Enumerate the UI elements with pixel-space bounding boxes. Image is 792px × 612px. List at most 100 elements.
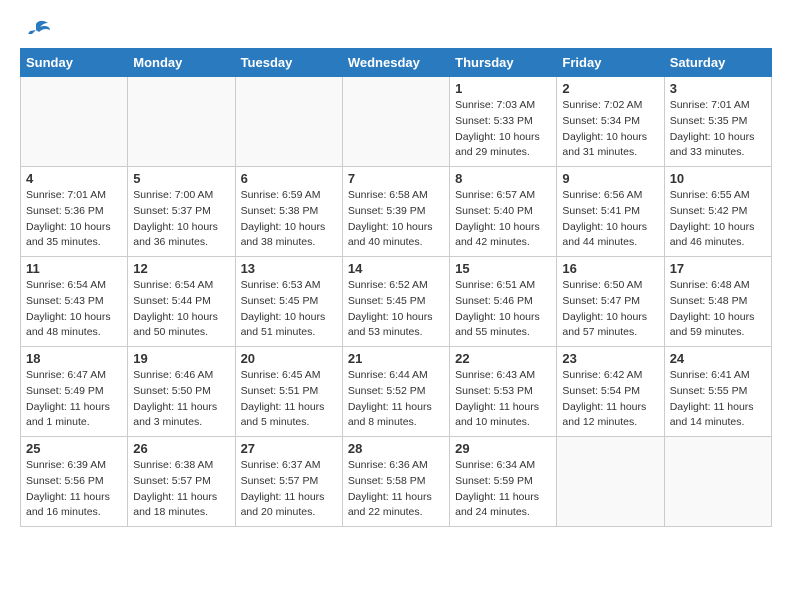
- calendar-table: SundayMondayTuesdayWednesdayThursdayFrid…: [20, 48, 772, 527]
- calendar-cell: 18 Sunrise: 6:47 AM Sunset: 5:49 PM Dayli…: [21, 347, 128, 437]
- calendar-cell: 17 Sunrise: 6:48 AM Sunset: 5:48 PM Dayli…: [664, 257, 771, 347]
- calendar-cell: 24 Sunrise: 6:41 AM Sunset: 5:55 PM Dayli…: [664, 347, 771, 437]
- logo: [20, 20, 50, 38]
- calendar-cell: [235, 77, 342, 167]
- col-header-thursday: Thursday: [450, 49, 557, 77]
- day-info: Sunrise: 6:47 AM Sunset: 5:49 PM Dayligh…: [26, 368, 122, 431]
- day-number: 14: [348, 261, 444, 276]
- calendar-cell: 23 Sunrise: 6:42 AM Sunset: 5:54 PM Dayli…: [557, 347, 664, 437]
- day-number: 24: [670, 351, 766, 366]
- col-header-friday: Friday: [557, 49, 664, 77]
- calendar-cell: 14 Sunrise: 6:52 AM Sunset: 5:45 PM Dayli…: [342, 257, 449, 347]
- calendar-cell: [557, 437, 664, 527]
- calendar-cell: 26 Sunrise: 6:38 AM Sunset: 5:57 PM Dayli…: [128, 437, 235, 527]
- calendar-cell: [128, 77, 235, 167]
- day-number: 3: [670, 81, 766, 96]
- calendar-cell: 1 Sunrise: 7:03 AM Sunset: 5:33 PM Daylig…: [450, 77, 557, 167]
- calendar-cell: 19Sunrise: 6:46 AM Sunset: 5:50 PM Dayli…: [128, 347, 235, 437]
- day-number: 23: [562, 351, 658, 366]
- calendar-cell: [664, 437, 771, 527]
- day-info: Sunrise: 7:03 AM Sunset: 5:33 PM Dayligh…: [455, 98, 551, 161]
- calendar-cell: 12 Sunrise: 6:54 AM Sunset: 5:44 PM Dayli…: [128, 257, 235, 347]
- day-info: Sunrise: 6:42 AM Sunset: 5:54 PM Dayligh…: [562, 368, 658, 431]
- day-info: Sunrise: 7:00 AM Sunset: 5:37 PM Dayligh…: [133, 188, 229, 251]
- col-header-monday: Monday: [128, 49, 235, 77]
- day-info: Sunrise: 6:48 AM Sunset: 5:48 PM Dayligh…: [670, 278, 766, 341]
- day-info: Sunrise: 6:57 AM Sunset: 5:40 PM Dayligh…: [455, 188, 551, 251]
- calendar-cell: 3 Sunrise: 7:01 AM Sunset: 5:35 PM Daylig…: [664, 77, 771, 167]
- col-header-saturday: Saturday: [664, 49, 771, 77]
- calendar-cell: 11 Sunrise: 6:54 AM Sunset: 5:43 PM Dayli…: [21, 257, 128, 347]
- day-info: Sunrise: 6:52 AM Sunset: 5:45 PM Dayligh…: [348, 278, 444, 341]
- logo-bird-icon: [22, 20, 50, 42]
- calendar-cell: 15Sunrise: 6:51 AM Sunset: 5:46 PM Dayli…: [450, 257, 557, 347]
- day-number: 25: [26, 441, 122, 456]
- day-info: Sunrise: 6:53 AM Sunset: 5:45 PM Dayligh…: [241, 278, 337, 341]
- day-number: 28: [348, 441, 444, 456]
- day-number: 10: [670, 171, 766, 186]
- day-number: 12: [133, 261, 229, 276]
- day-info: Sunrise: 6:50 AM Sunset: 5:47 PM Dayligh…: [562, 278, 658, 341]
- day-info: Sunrise: 6:41 AM Sunset: 5:55 PM Dayligh…: [670, 368, 766, 431]
- day-number: 13: [241, 261, 337, 276]
- day-info: Sunrise: 6:36 AM Sunset: 5:58 PM Dayligh…: [348, 458, 444, 521]
- day-info: Sunrise: 6:34 AM Sunset: 5:59 PM Dayligh…: [455, 458, 551, 521]
- day-info: Sunrise: 6:56 AM Sunset: 5:41 PM Dayligh…: [562, 188, 658, 251]
- day-number: 5: [133, 171, 229, 186]
- calendar-cell: 16Sunrise: 6:50 AM Sunset: 5:47 PM Dayli…: [557, 257, 664, 347]
- day-number: 26: [133, 441, 229, 456]
- day-info: Sunrise: 7:01 AM Sunset: 5:35 PM Dayligh…: [670, 98, 766, 161]
- day-number: 15: [455, 261, 551, 276]
- day-number: 29: [455, 441, 551, 456]
- day-number: 19: [133, 351, 229, 366]
- day-number: 18: [26, 351, 122, 366]
- col-header-tuesday: Tuesday: [235, 49, 342, 77]
- day-info: Sunrise: 6:44 AM Sunset: 5:52 PM Dayligh…: [348, 368, 444, 431]
- calendar-cell: 8 Sunrise: 6:57 AM Sunset: 5:40 PM Daylig…: [450, 167, 557, 257]
- calendar-cell: 28 Sunrise: 6:36 AM Sunset: 5:58 PM Dayli…: [342, 437, 449, 527]
- calendar-cell: 10 Sunrise: 6:55 AM Sunset: 5:42 PM Dayli…: [664, 167, 771, 257]
- day-number: 21: [348, 351, 444, 366]
- day-info: Sunrise: 6:54 AM Sunset: 5:43 PM Dayligh…: [26, 278, 122, 341]
- day-number: 7: [348, 171, 444, 186]
- calendar-cell: 22 Sunrise: 6:43 AM Sunset: 5:53 PM Dayli…: [450, 347, 557, 437]
- calendar-week-row: 18 Sunrise: 6:47 AM Sunset: 5:49 PM Dayli…: [21, 347, 772, 437]
- day-info: Sunrise: 7:02 AM Sunset: 5:34 PM Dayligh…: [562, 98, 658, 161]
- calendar-cell: 20Sunrise: 6:45 AM Sunset: 5:51 PM Dayli…: [235, 347, 342, 437]
- calendar-cell: 4Sunrise: 7:01 AM Sunset: 5:36 PM Daylig…: [21, 167, 128, 257]
- day-info: Sunrise: 6:58 AM Sunset: 5:39 PM Dayligh…: [348, 188, 444, 251]
- calendar-header-row: SundayMondayTuesdayWednesdayThursdayFrid…: [21, 49, 772, 77]
- calendar-cell: 25 Sunrise: 6:39 AM Sunset: 5:56 PM Dayli…: [21, 437, 128, 527]
- day-info: Sunrise: 6:59 AM Sunset: 5:38 PM Dayligh…: [241, 188, 337, 251]
- day-number: 4: [26, 171, 122, 186]
- day-number: 27: [241, 441, 337, 456]
- day-number: 9: [562, 171, 658, 186]
- calendar-week-row: 11 Sunrise: 6:54 AM Sunset: 5:43 PM Dayli…: [21, 257, 772, 347]
- day-info: Sunrise: 6:43 AM Sunset: 5:53 PM Dayligh…: [455, 368, 551, 431]
- day-info: Sunrise: 6:55 AM Sunset: 5:42 PM Dayligh…: [670, 188, 766, 251]
- day-info: Sunrise: 6:39 AM Sunset: 5:56 PM Dayligh…: [26, 458, 122, 521]
- col-header-sunday: Sunday: [21, 49, 128, 77]
- calendar-week-row: 1 Sunrise: 7:03 AM Sunset: 5:33 PM Daylig…: [21, 77, 772, 167]
- day-info: Sunrise: 6:45 AM Sunset: 5:51 PM Dayligh…: [241, 368, 337, 431]
- calendar-cell: 7 Sunrise: 6:58 AM Sunset: 5:39 PM Daylig…: [342, 167, 449, 257]
- day-info: Sunrise: 6:38 AM Sunset: 5:57 PM Dayligh…: [133, 458, 229, 521]
- day-info: Sunrise: 6:37 AM Sunset: 5:57 PM Dayligh…: [241, 458, 337, 521]
- day-info: Sunrise: 6:54 AM Sunset: 5:44 PM Dayligh…: [133, 278, 229, 341]
- calendar-cell: 2 Sunrise: 7:02 AM Sunset: 5:34 PM Daylig…: [557, 77, 664, 167]
- calendar-week-row: 25 Sunrise: 6:39 AM Sunset: 5:56 PM Dayli…: [21, 437, 772, 527]
- calendar-week-row: 4Sunrise: 7:01 AM Sunset: 5:36 PM Daylig…: [21, 167, 772, 257]
- calendar-cell: 29 Sunrise: 6:34 AM Sunset: 5:59 PM Dayli…: [450, 437, 557, 527]
- calendar-cell: 21 Sunrise: 6:44 AM Sunset: 5:52 PM Dayli…: [342, 347, 449, 437]
- calendar-cell: 27 Sunrise: 6:37 AM Sunset: 5:57 PM Dayli…: [235, 437, 342, 527]
- calendar-cell: 9 Sunrise: 6:56 AM Sunset: 5:41 PM Daylig…: [557, 167, 664, 257]
- calendar-cell: [21, 77, 128, 167]
- day-number: 22: [455, 351, 551, 366]
- day-number: 2: [562, 81, 658, 96]
- day-number: 8: [455, 171, 551, 186]
- day-number: 11: [26, 261, 122, 276]
- day-number: 1: [455, 81, 551, 96]
- day-number: 17: [670, 261, 766, 276]
- header: [20, 20, 772, 38]
- calendar-cell: 5 Sunrise: 7:00 AM Sunset: 5:37 PM Daylig…: [128, 167, 235, 257]
